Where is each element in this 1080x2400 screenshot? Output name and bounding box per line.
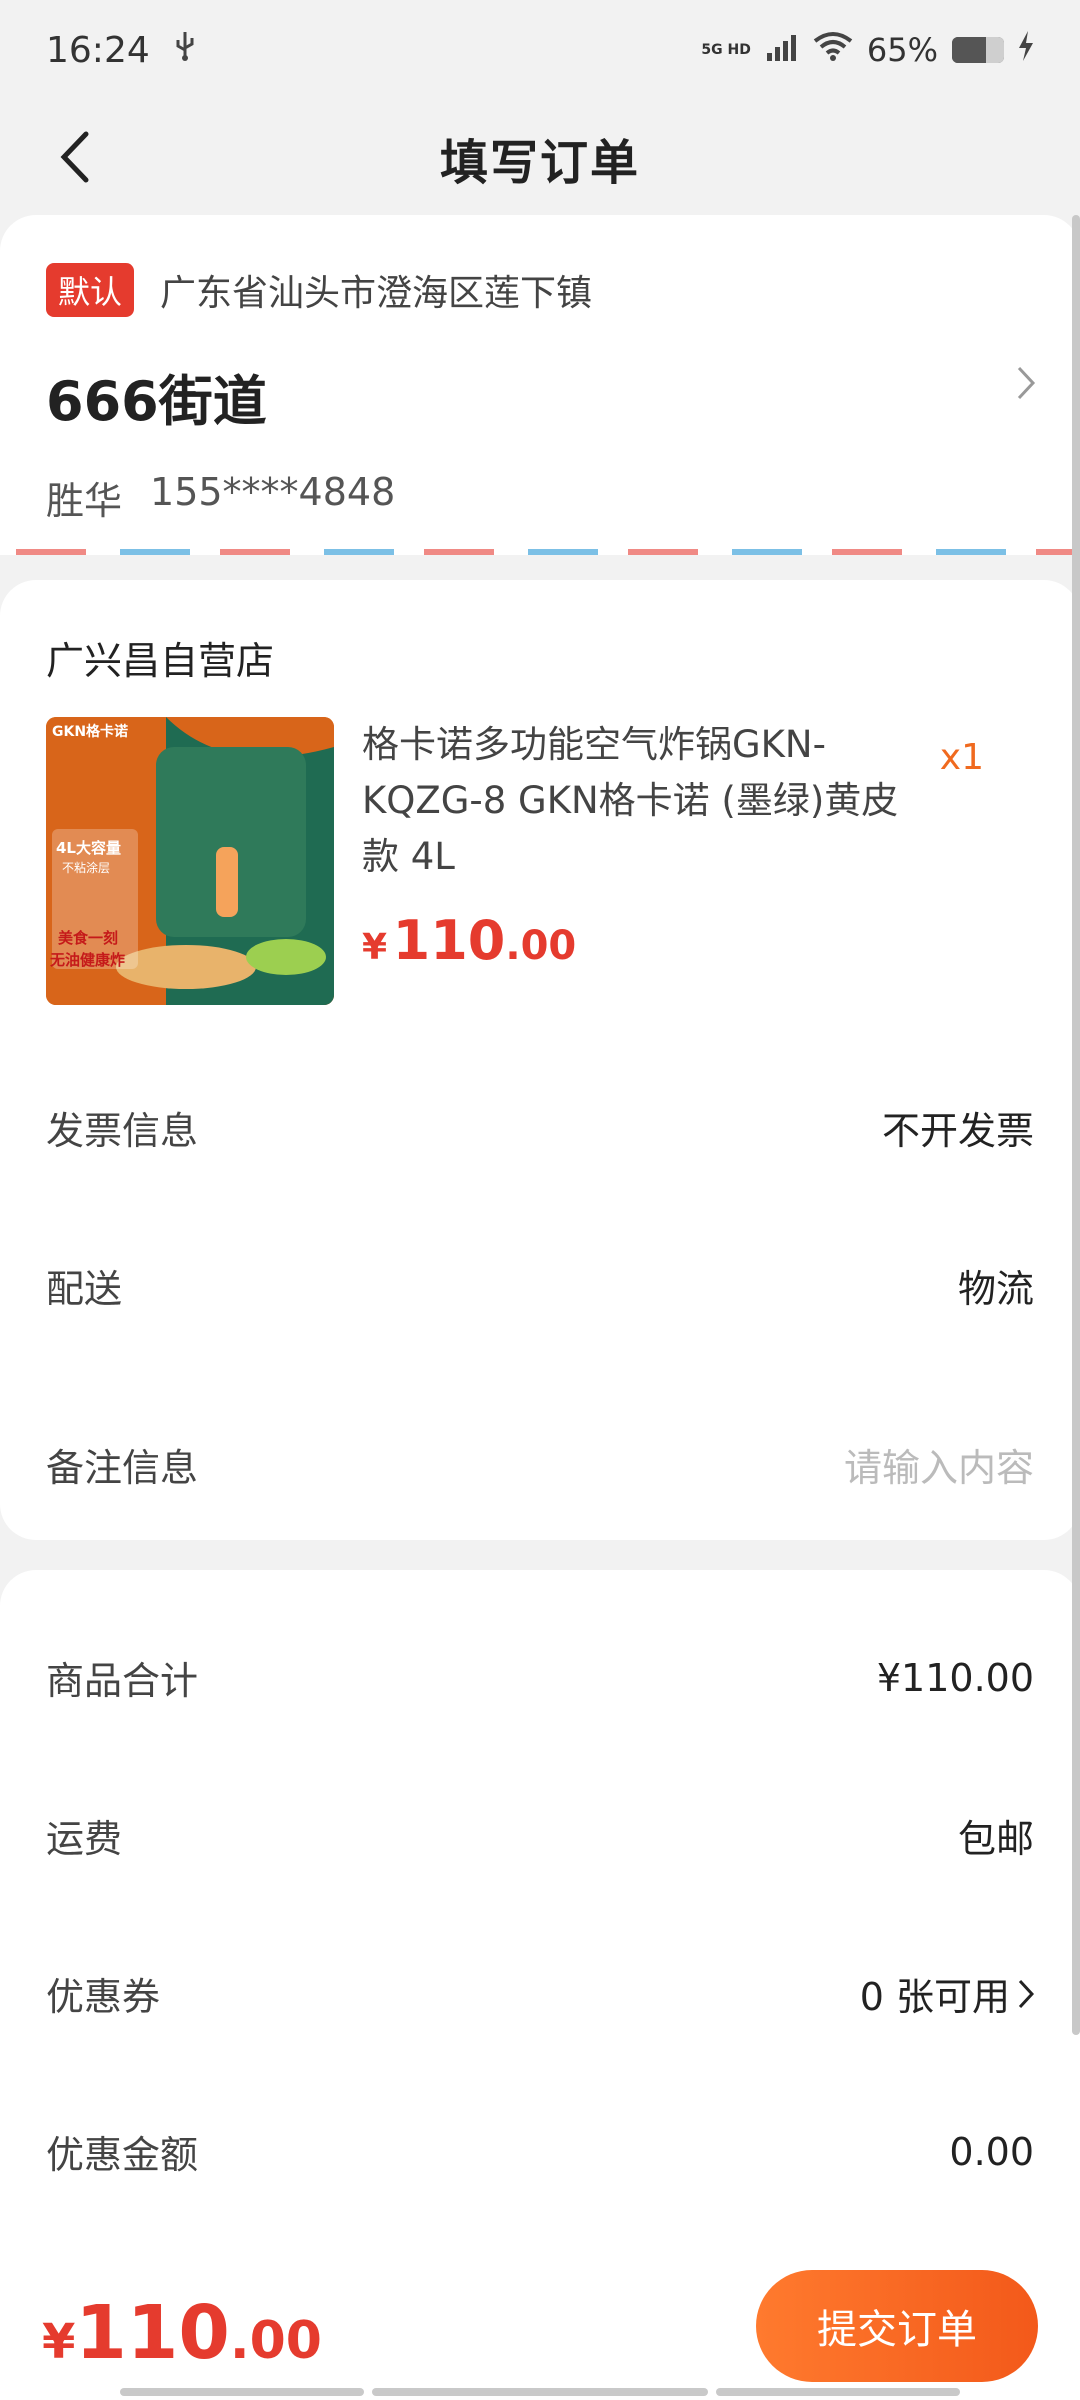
usb-icon: [174, 30, 196, 71]
delivery-label: 配送: [46, 1267, 123, 1311]
delivery-value: 物流: [957, 1267, 1034, 1311]
note-label: 备注信息: [46, 1446, 199, 1490]
address-region-line: 默认 广东省汕头市澄海区莲下镇: [46, 263, 1034, 317]
product-price: ¥ 110.00: [362, 909, 922, 972]
address-region: 广东省汕头市澄海区莲下镇: [160, 273, 593, 314]
coupon-value: 0 张可用: [860, 1966, 1034, 2021]
summary-card: 商品合计 ¥110.00 运费 包邮 优惠券 0 张可用 优惠金额 0.00: [0, 1570, 1080, 2330]
product-qty: x1: [939, 737, 984, 778]
signal-icon: [765, 31, 799, 69]
coupon-label: 优惠券: [46, 1975, 161, 2019]
chevron-right-icon: [1016, 365, 1036, 405]
subtotal-label: 商品合计: [46, 1659, 199, 1703]
product-item[interactable]: GKN格卡诺 4L大容量 不粘涂层 美食一刻 无油健康炸 格卡诺多功能空气炸锅G…: [46, 717, 1034, 1005]
product-title: 格卡诺多功能空气炸锅GKN-KQZG-8 GKN格卡诺 (墨绿)黄皮款 4L: [362, 723, 899, 878]
address-street: 666街道: [46, 370, 267, 433]
total-price-symbol: ¥: [42, 2314, 76, 2370]
address-decoration-stripe: [0, 549, 1080, 555]
discount-row: 优惠金额 0.00: [46, 2124, 1034, 2179]
nav-indicator-left: [120, 2388, 364, 2396]
default-tag: 默认: [46, 263, 135, 317]
note-row[interactable]: 备注信息 请输入内容: [46, 1437, 1034, 1492]
coupon-row[interactable]: 优惠券 0 张可用: [46, 1966, 1034, 2021]
total-price-int: 110: [75, 2290, 230, 2376]
battery-fill: [952, 37, 986, 63]
back-button[interactable]: [40, 122, 110, 192]
discount-value: 0.00: [949, 2129, 1034, 2174]
contact-name: 胜华: [46, 479, 123, 523]
address-card[interactable]: 默认 广东省汕头市澄海区莲下镇 666街道 胜华 155****4848: [0, 215, 1080, 555]
order-card: 广兴昌自营店 GKN格卡诺 4L大容量 不粘涂层 美食一刻 无油健康炸 格卡诺多…: [0, 580, 1080, 1540]
product-info: 格卡诺多功能空气炸锅GKN-KQZG-8 GKN格卡诺 (墨绿)黄皮款 4L ¥…: [362, 717, 922, 1005]
charging-icon: [1018, 31, 1034, 69]
battery-icon: [952, 37, 1004, 63]
back-arrow-icon: [60, 131, 89, 183]
submit-order-button[interactable]: 提交订单: [756, 2270, 1038, 2382]
scrollbar[interactable]: [1072, 215, 1080, 2035]
invoice-value: 不开发票: [881, 1109, 1034, 1153]
product-image-text4: 无油健康炸: [50, 951, 126, 969]
product-image-text3: 美食一刻: [58, 929, 119, 947]
status-time: 16:24: [46, 29, 150, 71]
nav-indicator-right: [716, 2388, 960, 2396]
shipping-label: 运费: [46, 1817, 123, 1861]
delivery-row[interactable]: 配送 物流: [46, 1258, 1034, 1313]
page-title: 填写订单: [439, 134, 640, 191]
network-label: 5G HD: [701, 42, 751, 58]
wifi-icon: [813, 31, 853, 69]
product-image-text2: 不粘涂层: [62, 861, 111, 875]
shop-name: 广兴昌自营店: [46, 639, 275, 683]
product-image: GKN格卡诺 4L大容量 不粘涂层 美食一刻 无油健康炸: [46, 717, 334, 1005]
bottom-bar: ¥110.00 提交订单: [0, 2230, 1080, 2400]
nav-bar: 填写订单: [0, 100, 1080, 215]
battery-percent: 65%: [866, 31, 938, 69]
status-bar: 16:24 5G HD 65%: [0, 0, 1080, 100]
note-input[interactable]: 请输入内容: [844, 1437, 1034, 1492]
shipping-value: 包邮: [957, 1817, 1034, 1861]
chevron-right-icon: [1018, 1979, 1034, 2008]
invoice-row[interactable]: 发票信息 不开发票: [46, 1100, 1034, 1155]
battery-empty: [985, 37, 1004, 63]
coupon-count: 0 张可用: [859, 1975, 1010, 2019]
status-right: 5G HD 65%: [701, 31, 1034, 69]
total-price-dec: .00: [229, 2311, 322, 2371]
total-price: ¥110.00: [42, 2290, 322, 2376]
discount-label: 优惠金额: [46, 2133, 199, 2177]
invoice-label: 发票信息: [46, 1109, 199, 1153]
product-price-symbol: ¥: [362, 927, 388, 968]
address-contact: 胜华 155****4848: [46, 470, 1034, 525]
status-left: 16:24: [46, 30, 196, 71]
contact-phone: 155****4848: [150, 470, 396, 514]
subtotal-row: 商品合计 ¥110.00: [46, 1650, 1034, 1705]
product-price-int: 110: [392, 909, 506, 972]
product-price-dec: .00: [505, 923, 577, 969]
product-image-text1: 4L大容量: [56, 839, 121, 857]
subtotal-value: ¥110.00: [876, 1655, 1034, 1700]
product-image-brand: GKN格卡诺: [52, 724, 129, 740]
nav-indicator-center: [372, 2388, 708, 2396]
shipping-row: 运费 包邮: [46, 1808, 1034, 1863]
